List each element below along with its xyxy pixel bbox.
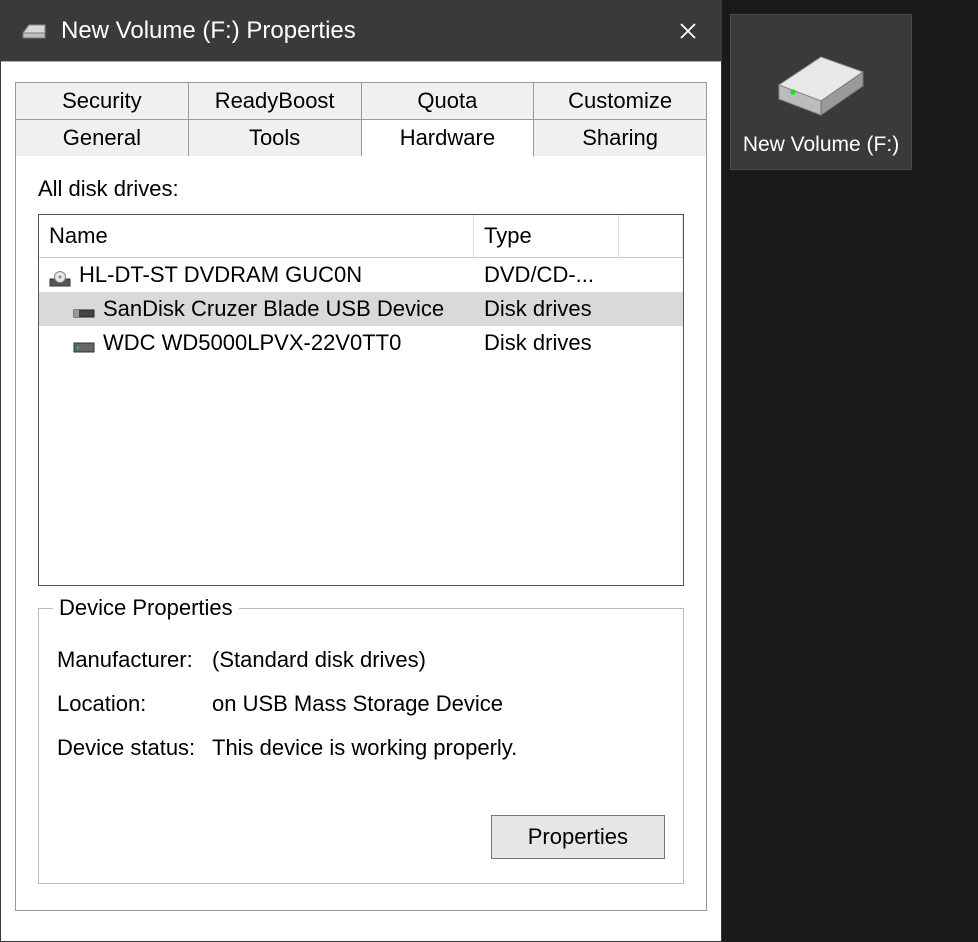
drive-type: Disk drives	[474, 326, 619, 360]
list-header: Name Type	[39, 215, 683, 258]
drive-type: Disk drives	[474, 292, 619, 326]
close-icon	[679, 22, 697, 40]
drive-name: SanDisk Cruzer Blade USB Device	[103, 296, 444, 322]
tab-customize[interactable]: Customize	[533, 82, 707, 119]
location-label: Location:	[57, 691, 212, 717]
drive-list[interactable]: Name Type HL-DT-ST DVDRAM GUC0N	[38, 214, 684, 586]
tab-tools[interactable]: Tools	[188, 119, 362, 157]
drive-row[interactable]: WDC WD5000LPVX-22V0TT0 Disk drives	[39, 326, 683, 360]
tab-quota[interactable]: Quota	[361, 82, 535, 119]
manufacturer-value: (Standard disk drives)	[212, 647, 665, 673]
status-value: This device is working properly.	[212, 735, 665, 761]
tabs: Security ReadyBoost Quota Customize Gene…	[15, 82, 707, 911]
dvd-drive-icon	[49, 267, 71, 283]
drive-row[interactable]: HL-DT-ST DVDRAM GUC0N DVD/CD-...	[39, 258, 683, 292]
external-drive-icon	[761, 39, 881, 117]
tab-general[interactable]: General	[15, 119, 189, 157]
device-properties-group: Device Properties Manufacturer: (Standar…	[38, 608, 684, 884]
desktop-drive-label: New Volume (F:)	[737, 133, 905, 157]
usb-drive-icon	[73, 301, 95, 317]
column-type[interactable]: Type	[474, 215, 619, 257]
status-label: Device status:	[57, 735, 212, 761]
properties-button[interactable]: Properties	[491, 815, 665, 859]
device-properties-legend: Device Properties	[53, 595, 239, 621]
drive-icon	[21, 23, 47, 39]
tab-content-hardware: All disk drives: Name Type	[15, 156, 707, 911]
properties-dialog: New Volume (F:) Properties Security Read…	[0, 0, 722, 942]
close-button[interactable]	[669, 12, 707, 50]
drive-name: WDC WD5000LPVX-22V0TT0	[103, 330, 401, 356]
dialog-body: Security ReadyBoost Quota Customize Gene…	[1, 61, 721, 941]
desktop-drive-item[interactable]: New Volume (F:)	[730, 14, 912, 170]
titlebar[interactable]: New Volume (F:) Properties	[1, 1, 721, 61]
hdd-drive-icon	[73, 335, 95, 351]
list-rows: HL-DT-ST DVDRAM GUC0N DVD/CD-... SanDisk…	[39, 258, 683, 585]
tab-sharing[interactable]: Sharing	[533, 119, 707, 157]
tab-security[interactable]: Security	[15, 82, 189, 119]
column-extra[interactable]	[619, 215, 683, 257]
location-value: on USB Mass Storage Device	[212, 691, 665, 717]
column-name[interactable]: Name	[39, 215, 474, 257]
drive-row[interactable]: SanDisk Cruzer Blade USB Device Disk dri…	[39, 292, 683, 326]
all-drives-label: All disk drives:	[38, 176, 684, 202]
drive-name: HL-DT-ST DVDRAM GUC0N	[79, 262, 362, 288]
window-title: New Volume (F:) Properties	[61, 17, 669, 45]
drive-type: DVD/CD-...	[474, 258, 619, 292]
tab-readyboost[interactable]: ReadyBoost	[188, 82, 362, 119]
tab-hardware[interactable]: Hardware	[361, 119, 535, 157]
manufacturer-label: Manufacturer:	[57, 647, 212, 673]
